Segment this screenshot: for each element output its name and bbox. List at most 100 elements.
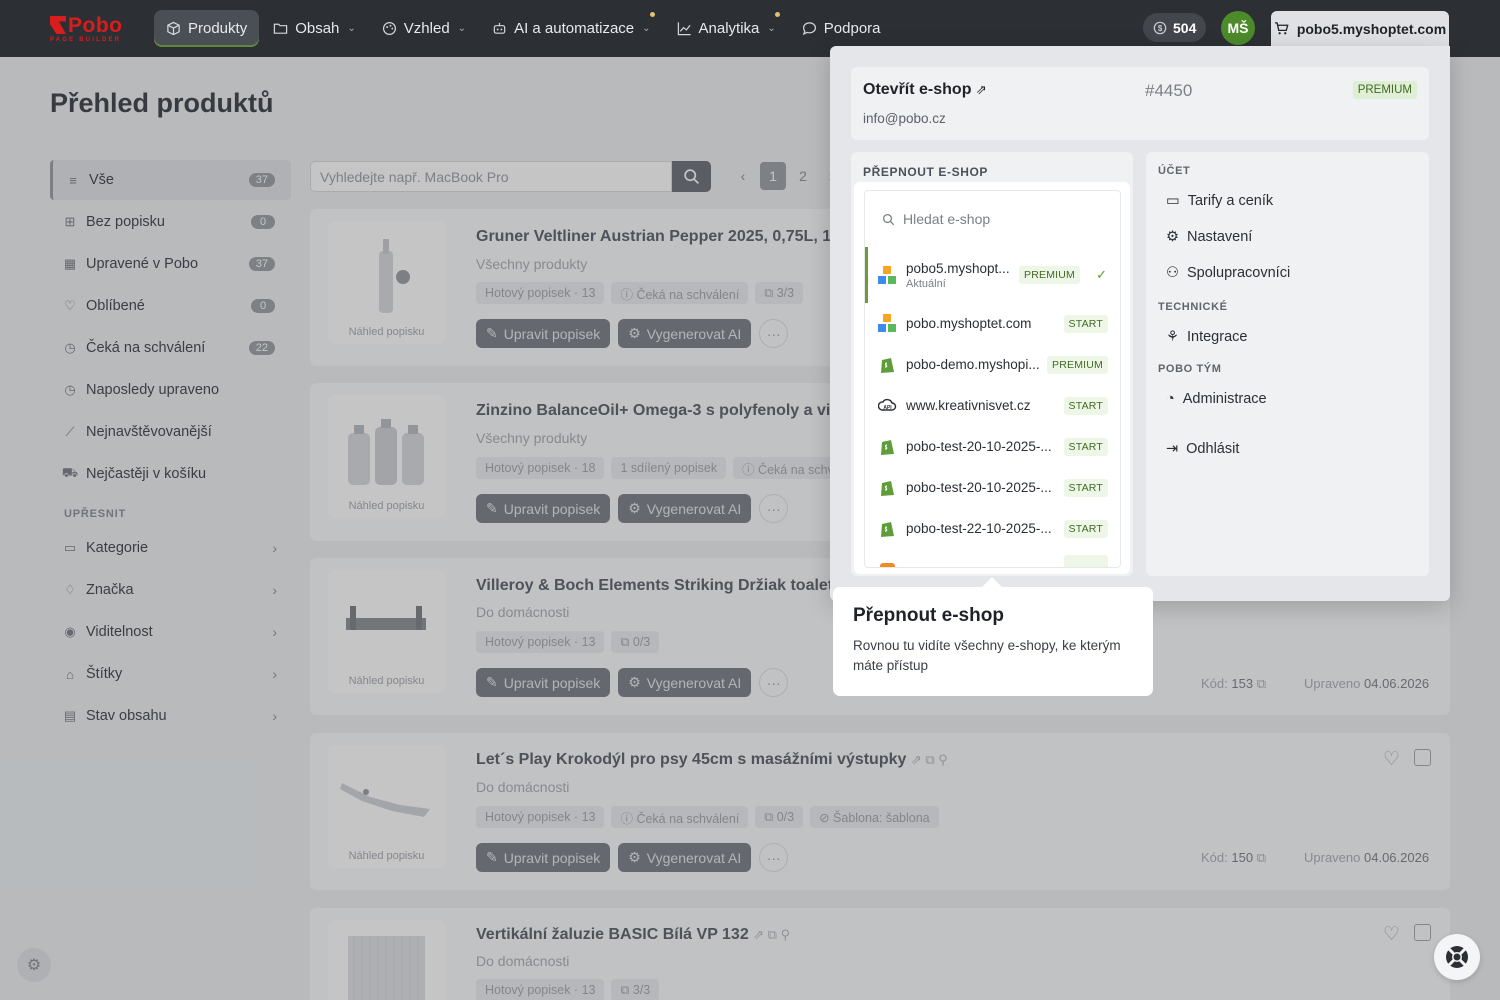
switch-shop-heading: PŘEPNOUT E-SHOP xyxy=(863,165,989,179)
shop-search-placeholder: Hledat e-shop xyxy=(903,211,991,227)
box-icon xyxy=(167,21,180,36)
notification-dot xyxy=(649,12,655,17)
shop-name: pobo-test-20-10-2025-... xyxy=(906,439,1052,454)
chart-icon xyxy=(677,22,691,36)
shop-logo-icon xyxy=(880,562,895,567)
plan-badge: START xyxy=(1063,437,1108,456)
nav-analytika[interactable]: Analytika ⌄ xyxy=(665,10,788,47)
nav-podpora[interactable]: Podpora xyxy=(790,10,893,47)
shop-email: info@pobo.cz xyxy=(863,111,946,126)
shop-switcher: Hledat e-shop pobo5.myshopt... Aktuální P… xyxy=(854,182,1130,574)
shop-item[interactable]: pobo-test-22-10-2025-... START xyxy=(865,508,1120,549)
nav-label: Vzhled xyxy=(403,20,450,37)
shop-name: pobo.myshoptet.com xyxy=(906,316,1032,331)
users-icon: ⚇ xyxy=(1166,265,1179,281)
menu-integrace[interactable]: ⚘ Integrace xyxy=(1166,319,1429,355)
shoptet-logo-icon xyxy=(878,265,896,284)
open-eshop-label: Otevřít e-shop xyxy=(863,81,972,98)
tooltip-text: Rovnou tu vidíte všechny e-shopy, ke kte… xyxy=(853,638,1121,673)
menu-nastaveni[interactable]: ⚙ Nastavení xyxy=(1166,219,1429,255)
shop-current-label: Aktuální xyxy=(906,277,946,290)
external-link-icon: ⇗ xyxy=(975,82,987,97)
pobo-logo[interactable]: Pobo PAGE BUILDER xyxy=(50,14,123,43)
current-shop-label: pobo5.myshoptet.com xyxy=(1296,20,1447,37)
plan-badge: PREMIUM xyxy=(1047,355,1108,374)
shop-summary: Otevřít e-shop ⇗ info@pobo.cz #4450 PREM… xyxy=(851,67,1429,140)
shop-list-container: Hledat e-shop pobo5.myshopt... Aktuální P… xyxy=(864,190,1121,568)
shop-name: pobo-test-22-10-2025-... xyxy=(906,521,1052,536)
logo-mark-icon xyxy=(50,16,66,34)
svg-text:$: $ xyxy=(1158,24,1163,33)
avatar[interactable]: MŠ xyxy=(1221,11,1255,45)
plan-badge: START xyxy=(1063,396,1108,415)
open-eshop-link[interactable]: Otevřít e-shop ⇗ xyxy=(863,81,987,99)
logo-subtitle: PAGE BUILDER xyxy=(50,37,122,43)
credits-badge[interactable]: $ 504 xyxy=(1143,13,1207,42)
menu-label: Spolupracovníci xyxy=(1187,265,1291,281)
shop-item[interactable]: pobo-test-20-10-2025-... START xyxy=(865,467,1120,508)
plan-badge: PREMIUM xyxy=(1352,81,1417,99)
plan-badge: START xyxy=(1063,519,1108,538)
team-heading: POBO TÝM xyxy=(1158,363,1222,375)
nav-vzhled[interactable]: Vzhled ⌄ xyxy=(370,10,478,47)
robot-icon xyxy=(493,22,506,34)
shop-item[interactable]: pobo-demo.myshopi... PREMIUM xyxy=(865,344,1120,385)
current-shop-button[interactable]: pobo5.myshoptet.com xyxy=(1271,11,1449,46)
shopify-logo-icon xyxy=(881,440,894,455)
menu-tarify-cenik[interactable]: ▭ Tarify a ceník xyxy=(1166,183,1429,219)
onboarding-tooltip: Přepnout e-shop Rovnou tu vidíte všechny… xyxy=(833,587,1153,696)
help-button[interactable] xyxy=(1434,934,1480,980)
check-icon: ✓ xyxy=(1096,267,1107,282)
shop-name: pobo5.myshopt... xyxy=(906,260,1010,276)
account-heading: ÚČET xyxy=(1158,165,1191,177)
plan-badge: START xyxy=(1063,314,1108,333)
account-menu: ÚČET ▭ Tarify a ceník ⚙ Nastavení ⚇ Spolupr… xyxy=(1146,152,1429,576)
chat-icon xyxy=(802,22,816,36)
menu-label: Tarify a ceník xyxy=(1187,193,1274,209)
plan-badge: PREMIUM xyxy=(1019,266,1080,284)
nav-obsah[interactable]: Obsah ⌄ xyxy=(261,10,368,47)
shop-item-partial[interactable]: START xyxy=(865,549,1120,567)
chevron-down-icon: ⌄ xyxy=(457,23,467,34)
menu-spolupracovnici[interactable]: ⚇ Spolupracovníci xyxy=(1166,255,1429,291)
api-cloud-icon: API xyxy=(878,398,897,411)
shop-name: pobo-demo.myshopi... xyxy=(906,357,1040,372)
tooltip-title: Přepnout e-shop xyxy=(853,605,1004,626)
nav-label: Obsah xyxy=(295,20,340,37)
logout-icon: ⇥ xyxy=(1166,441,1179,457)
svg-text:API: API xyxy=(883,405,892,411)
nav-ai-automatizace[interactable]: AI a automatizace ⌄ xyxy=(480,10,662,47)
menu-label: Nastavení xyxy=(1187,229,1253,245)
menu-administrace[interactable]: ◔ Administrace xyxy=(1166,381,1429,417)
shop-search-input[interactable]: Hledat e-shop xyxy=(865,191,1120,247)
chevron-down-icon: ⌄ xyxy=(767,23,776,34)
search-icon xyxy=(882,213,895,225)
shop-name: www.kreativnisvet.cz xyxy=(906,398,1031,413)
nav-label: AI a automatizace xyxy=(514,20,635,37)
shop-item[interactable]: API www.kreativnisvet.cz START xyxy=(865,385,1120,426)
nav-produkty[interactable]: Produkty xyxy=(154,10,260,47)
shop-item-current[interactable]: pobo5.myshopt... Aktuální PREMIUM ✓ xyxy=(865,247,1120,303)
palette-icon xyxy=(382,21,396,36)
nav-label: Podpora xyxy=(823,20,881,37)
shoptet-logo-icon xyxy=(878,314,896,332)
notification-dot xyxy=(774,12,780,17)
logout-button[interactable]: ⇥ Odhlásit xyxy=(1166,431,1429,467)
shop-name: pobo-test-20-10-2025-... xyxy=(906,480,1052,495)
menu-label: Odhlásit xyxy=(1186,441,1240,457)
shop-item[interactable]: pobo-test-20-10-2025-... START xyxy=(865,426,1120,467)
logo-text: Pobo xyxy=(68,14,123,37)
shop-item[interactable]: pobo.myshoptet.com START xyxy=(865,303,1120,344)
folder-icon xyxy=(274,23,288,34)
menu-label: Integrace xyxy=(1187,329,1248,345)
dashboard-icon: ◔ xyxy=(1166,391,1175,407)
shop-id: #4450 xyxy=(1145,81,1193,100)
nav-label: Produkty xyxy=(188,20,248,37)
credits-value: 504 xyxy=(1173,19,1197,36)
chevron-down-icon: ⌄ xyxy=(642,23,651,34)
lifebuoy-icon xyxy=(1446,946,1468,968)
plug-icon: ⚘ xyxy=(1166,329,1179,345)
main-nav: Produkty Obsah ⌄ Vzhled ⌄ AI a automatizac… xyxy=(154,10,893,47)
coin-icon: $ xyxy=(1153,21,1167,34)
tech-heading: TECHNICKÉ xyxy=(1158,301,1228,313)
